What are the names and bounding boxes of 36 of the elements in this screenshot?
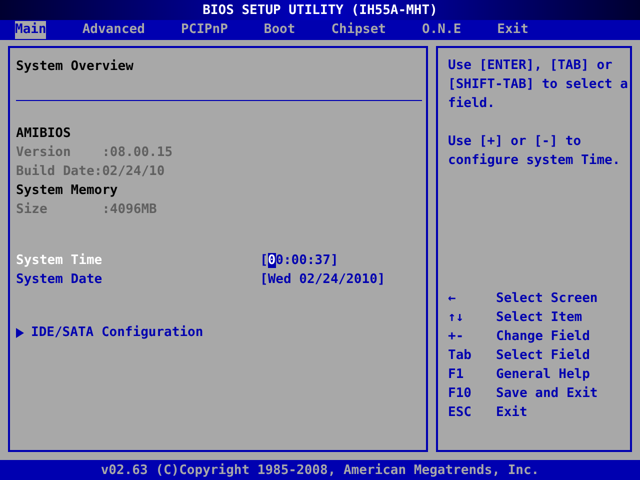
triangle-icon bbox=[16, 328, 24, 338]
help-text: Use [ENTER], [TAB] or [SHIFT-TAB] to select a field. bbox=[448, 57, 628, 113]
menu-tab[interactable]: Main bbox=[15, 21, 46, 39]
menu-tab[interactable]: O.N.E bbox=[422, 21, 462, 39]
key-action: Select Field bbox=[496, 347, 590, 365]
info-heading: AMIBIOS bbox=[16, 125, 72, 143]
setting-label[interactable]: System Date bbox=[16, 270, 260, 289]
menu-tab[interactable]: Exit bbox=[497, 21, 528, 39]
key-action: Select Item bbox=[496, 309, 582, 327]
key-action: Save and Exit bbox=[496, 385, 598, 403]
setting-value[interactable]: [00:00:37] bbox=[260, 251, 338, 270]
info-text: Build Date:02/24/10 bbox=[16, 163, 166, 181]
setting-value[interactable]: [Wed 02/24/2010] bbox=[260, 270, 386, 289]
submenu-item[interactable]: IDE/SATA Configuration bbox=[31, 323, 204, 342]
key-name: F1 bbox=[448, 366, 464, 384]
key-action: Exit bbox=[496, 404, 528, 422]
info-text: Version :08.00.15 bbox=[16, 144, 174, 162]
info-heading: System Memory bbox=[16, 182, 119, 200]
menu-tab[interactable]: Advanced bbox=[82, 21, 145, 39]
key-action: Change Field bbox=[496, 328, 590, 346]
key-name: F10 bbox=[448, 385, 472, 403]
menu-tab[interactable]: Boot bbox=[264, 21, 296, 39]
menu-tab[interactable]: Chipset bbox=[331, 21, 386, 39]
key-action: Select Screen bbox=[496, 290, 598, 308]
copyright-text: v02.63 (C)Copyright 1985-2008, American Megatrends, Inc. bbox=[100, 462, 540, 478]
section-heading: System Overview bbox=[16, 58, 134, 76]
menu-tab[interactable]: PCIPnP bbox=[180, 21, 228, 39]
window-title: BIOS SETUP UTILITY (IH55A-MHT) bbox=[202, 2, 438, 18]
help-text: Use [+] or [-] to configure system Time. bbox=[448, 133, 622, 170]
key-name: ↑↓ bbox=[448, 309, 464, 327]
key-name: +- bbox=[448, 328, 464, 346]
key-action: General Help bbox=[496, 366, 590, 384]
key-name: ← bbox=[448, 290, 456, 308]
key-name: Tab bbox=[448, 347, 472, 365]
key-name: ESC bbox=[448, 404, 472, 422]
info-text: Size :4096MB bbox=[16, 201, 158, 219]
